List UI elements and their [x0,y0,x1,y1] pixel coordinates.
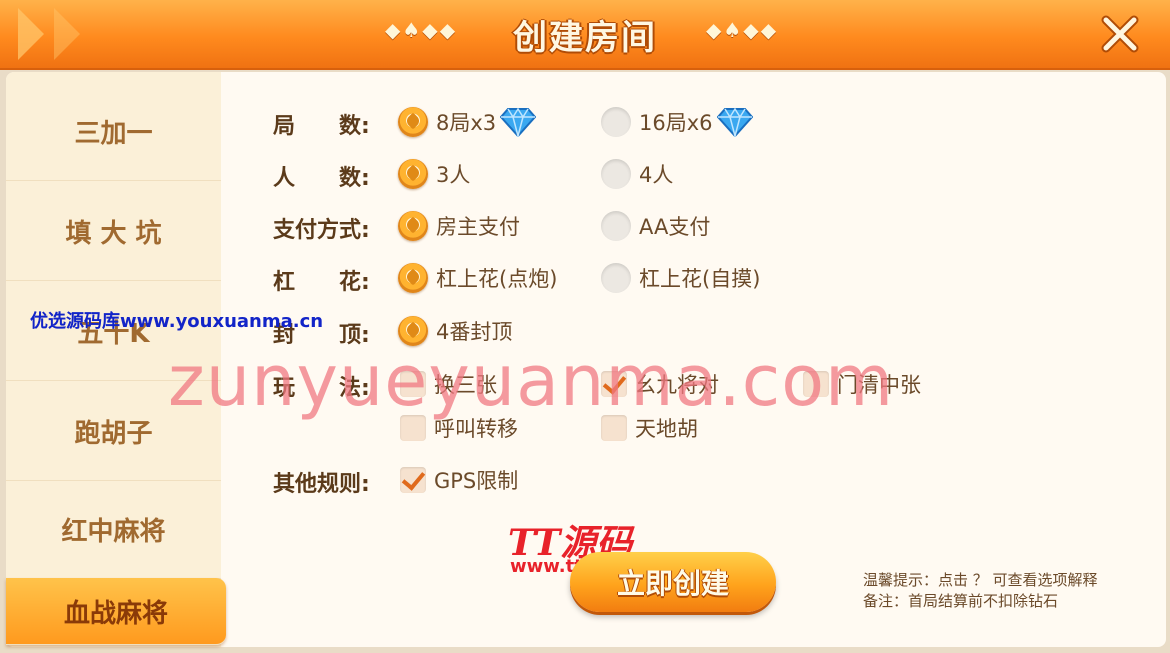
gang-option-dianpao[interactable]: 杠上花(点炮) [398,258,557,298]
option-label: 房主支付 [436,215,520,239]
other-option-gps[interactable]: GPS限制 [400,460,518,500]
sidebar-item-xuezhan[interactable]: 血战麻将 [6,578,226,645]
create-room-button[interactable]: 立即创建 [570,552,776,612]
players-option-3[interactable]: 3人 [398,154,470,194]
tips-text: 温馨提示：点击 ？ 可查看选项解释 备注：首局结算前不扣除钻石 [863,570,1098,612]
tip-line: 温馨提示：点击 ？ 可查看选项解释 [863,571,1098,589]
radio-selected-icon [398,107,428,137]
payment-label: 支付方式: [273,218,370,243]
option-label: GPS限制 [434,469,519,493]
payment-option-aa[interactable]: AA支付 [601,206,710,246]
radio-unselected-icon [601,159,631,189]
radio-unselected-icon [601,107,631,137]
players-option-4[interactable]: 4人 [601,154,673,194]
option-label: 杠上花(点炮) [436,267,558,291]
header-bar: ◆♠◆◆ 创建房间 ◆♠◆◆ [0,0,1170,70]
suit-deco-right: ◆♠◆◆ [706,18,779,42]
checkbox-checked-icon [400,467,426,493]
rounds-option-16[interactable]: 16局x6 [601,102,753,142]
option-label: AA支付 [639,215,711,239]
gang-label: 杠 花: [273,270,370,295]
option-label: 3人 [436,163,471,187]
rounds-option-8[interactable]: 8局x3 [398,102,537,142]
close-x-icon [1101,15,1139,53]
diamond-icon [716,107,753,137]
option-label: 8局x3 [436,111,497,135]
watermark-small: 优选源码库www.youxuanma.cn [30,311,324,332]
diamond-icon [500,107,537,137]
radio-selected-icon [398,211,428,241]
rounds-label: 局 数: [273,114,370,139]
gang-option-zimo[interactable]: 杠上花(自摸) [601,258,760,298]
radio-selected-icon [398,159,428,189]
option-label: 杠上花(自摸) [639,267,761,291]
radio-selected-icon [398,263,428,293]
option-label: 4人 [639,163,674,187]
option-label: 16局x6 [639,111,713,135]
payment-option-host[interactable]: 房主支付 [398,206,520,246]
sidebar-item-tiandakeng[interactable]: 填 大 坑 [6,182,221,281]
watermark-large: zunyueyuanma.com [168,340,895,422]
sidebar-item-sanjiayi[interactable]: 三加一 [6,82,221,181]
note-line: 备注：首局结算前不扣除钻石 [863,592,1059,610]
sidebar-item-hongzhong[interactable]: 红中麻将 [6,480,221,579]
close-button[interactable] [1096,10,1144,58]
other-label: 其他规则: [273,472,370,497]
radio-unselected-icon [601,211,631,241]
radio-unselected-icon [601,263,631,293]
players-label: 人 数: [273,166,370,191]
page-title: 创建房间 [513,18,657,58]
